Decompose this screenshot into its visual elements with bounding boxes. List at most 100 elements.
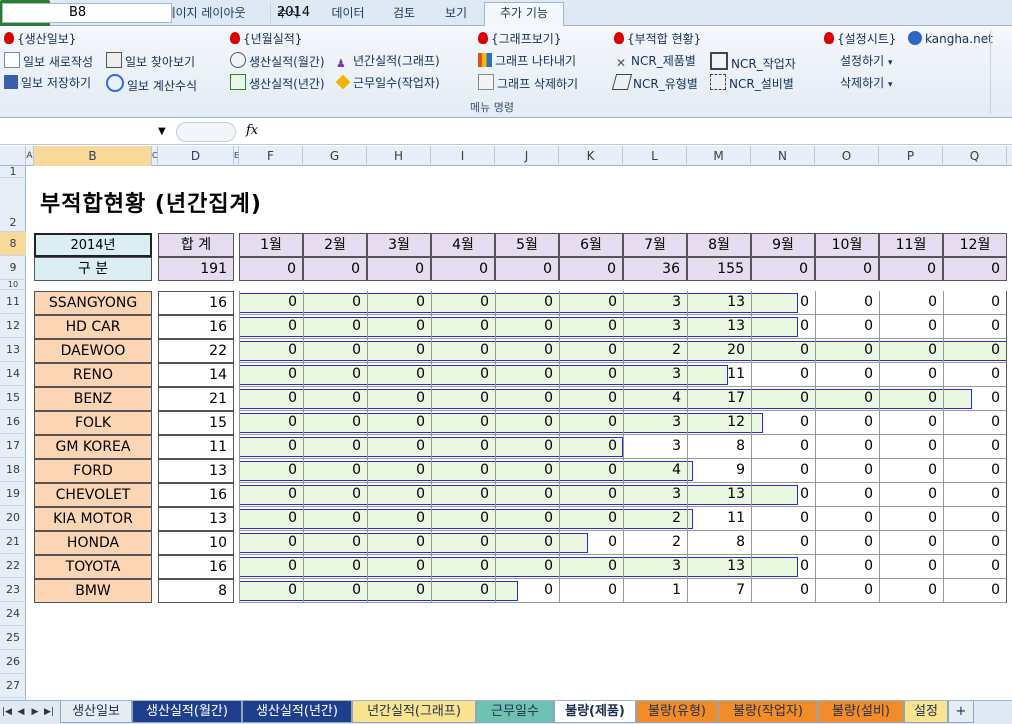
month-value-cell[interactable]: 9 [687, 459, 751, 483]
month-value-cell[interactable]: 0 [815, 507, 879, 531]
column-header-g[interactable]: G [303, 146, 367, 166]
month-value-cell[interactable]: 0 [495, 315, 559, 339]
month-value-cell[interactable]: 0 [367, 555, 431, 579]
column-header-l[interactable]: L [623, 146, 687, 166]
month-value-cell[interactable]: 0 [303, 459, 367, 483]
month-value-cell[interactable]: 0 [303, 579, 367, 603]
month-value-cell[interactable]: 0 [431, 387, 495, 411]
product-total-cell[interactable]: 13 [158, 507, 234, 531]
month-value-cell[interactable]: 0 [943, 339, 1007, 363]
month-value-cell[interactable]: 0 [495, 411, 559, 435]
month-value-cell[interactable]: 0 [751, 291, 815, 315]
product-total-cell[interactable]: 15 [158, 411, 234, 435]
month-value-cell[interactable]: 3 [623, 363, 687, 387]
product-total-cell[interactable]: 21 [158, 387, 234, 411]
month-value-cell[interactable]: 0 [495, 339, 559, 363]
month-value-cell[interactable]: 0 [367, 435, 431, 459]
month-value-cell[interactable]: 0 [303, 291, 367, 315]
month-value-cell[interactable]: 0 [879, 531, 943, 555]
product-total-cell[interactable]: 10 [158, 531, 234, 555]
month-value-cell[interactable]: 0 [431, 459, 495, 483]
month-value-cell[interactable]: 0 [751, 387, 815, 411]
product-name-cell[interactable]: DAEWOO [34, 339, 152, 363]
formula-input[interactable]: 2014 [270, 3, 1010, 23]
month-value-cell[interactable]: 1 [623, 579, 687, 603]
delete-dropdown[interactable]: 삭제하기 ▾ [840, 74, 893, 92]
month-value-cell[interactable]: 0 [559, 363, 623, 387]
month-value-cell[interactable]: 13 [687, 483, 751, 507]
month-value-cell[interactable]: 0 [943, 459, 1007, 483]
month-value-cell[interactable]: 0 [559, 339, 623, 363]
column-header-j[interactable]: J [495, 146, 559, 166]
month-value-cell[interactable]: 0 [559, 483, 623, 507]
month-value-cell[interactable]: 0 [431, 363, 495, 387]
product-name-cell[interactable]: HD CAR [34, 315, 152, 339]
column-header-f[interactable]: F [239, 146, 303, 166]
month-value-cell[interactable]: 0 [367, 531, 431, 555]
month-value-cell[interactable]: 0 [943, 483, 1007, 507]
row-header[interactable]: 16 [0, 410, 26, 434]
row-header[interactable]: 10 [0, 280, 26, 290]
next-sheet-icon[interactable]: ▶ [30, 705, 40, 719]
month-value-cell[interactable]: 3 [623, 435, 687, 459]
month-value-cell[interactable]: 0 [239, 483, 303, 507]
month-value-cell[interactable]: 0 [815, 291, 879, 315]
month-value-cell[interactable]: 0 [943, 555, 1007, 579]
column-header-k[interactable]: K [559, 146, 623, 166]
month-value-cell[interactable]: 0 [431, 291, 495, 315]
row-header[interactable]: 1 [0, 166, 26, 178]
month-value-cell[interactable]: 0 [495, 555, 559, 579]
month-value-cell[interactable]: 0 [239, 315, 303, 339]
monthly-production-button[interactable]: 생산실적(월간) [230, 52, 325, 70]
month-value-cell[interactable]: 0 [367, 339, 431, 363]
month-value-cell[interactable]: 0 [303, 315, 367, 339]
month-value-cell[interactable]: 4 [623, 387, 687, 411]
month-value-cell[interactable]: 0 [303, 339, 367, 363]
month-value-cell[interactable]: 0 [751, 315, 815, 339]
month-value-cell[interactable]: 3 [623, 483, 687, 507]
month-value-cell[interactable]: 0 [367, 579, 431, 603]
month-value-cell[interactable]: 0 [239, 555, 303, 579]
month-value-cell[interactable]: 0 [751, 339, 815, 363]
month-value-cell[interactable]: 13 [687, 315, 751, 339]
product-name-cell[interactable]: HONDA [34, 531, 152, 555]
month-value-cell[interactable]: 0 [559, 507, 623, 531]
month-value-cell[interactable]: 0 [367, 387, 431, 411]
month-value-cell[interactable]: 0 [367, 315, 431, 339]
column-header-o[interactable]: O [815, 146, 879, 166]
month-value-cell[interactable]: 0 [367, 459, 431, 483]
month-value-cell[interactable]: 0 [751, 483, 815, 507]
prev-sheet-icon[interactable]: ◀ [16, 705, 26, 719]
month-value-cell[interactable]: 0 [239, 435, 303, 459]
row-header[interactable]: 22 [0, 554, 26, 578]
month-value-cell[interactable]: 0 [815, 555, 879, 579]
month-value-cell[interactable]: 0 [751, 555, 815, 579]
month-value-cell[interactable]: 0 [751, 411, 815, 435]
month-value-cell[interactable]: 8 [687, 435, 751, 459]
month-value-cell[interactable]: 0 [879, 339, 943, 363]
month-value-cell[interactable]: 0 [431, 435, 495, 459]
sheet-tab-workdays[interactable]: 근무일수 [476, 701, 554, 723]
month-value-cell[interactable]: 0 [879, 579, 943, 603]
month-value-cell[interactable]: 13 [687, 291, 751, 315]
row-header[interactable]: 15 [0, 386, 26, 410]
month-value-cell[interactable]: 0 [815, 315, 879, 339]
product-total-cell[interactable]: 13 [158, 459, 234, 483]
month-value-cell[interactable]: 0 [943, 291, 1007, 315]
month-value-cell[interactable]: 0 [815, 363, 879, 387]
month-value-cell[interactable]: 13 [687, 555, 751, 579]
month-value-cell[interactable]: 0 [879, 507, 943, 531]
row-header[interactable]: 25 [0, 626, 26, 650]
month-value-cell[interactable]: 0 [431, 411, 495, 435]
product-name-cell[interactable]: TOYOTA [34, 555, 152, 579]
month-value-cell[interactable]: 3 [623, 411, 687, 435]
delete-graph-button[interactable]: 그래프 삭제하기 [478, 74, 578, 92]
row-header[interactable]: 9 [0, 256, 26, 280]
row-header[interactable]: 24 [0, 602, 26, 626]
product-name-cell[interactable]: CHEVOLET [34, 483, 152, 507]
month-value-cell[interactable]: 0 [943, 435, 1007, 459]
month-value-cell[interactable]: 0 [815, 531, 879, 555]
month-value-cell[interactable]: 0 [879, 483, 943, 507]
product-name-cell[interactable]: GM KOREA [34, 435, 152, 459]
month-value-cell[interactable]: 0 [815, 387, 879, 411]
